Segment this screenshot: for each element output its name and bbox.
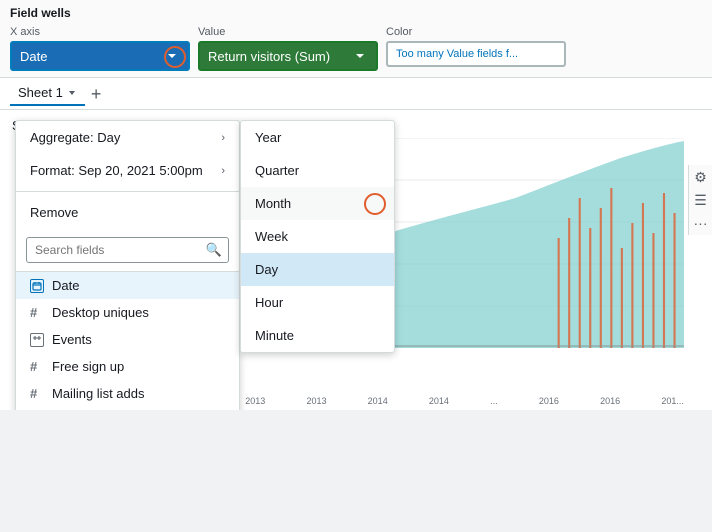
- x-label-4: 2013: [245, 396, 265, 406]
- format-item[interactable]: Format: Sep 20, 2021 5:00pm ›: [16, 154, 239, 187]
- field-wells-bar: Field wells X axis Date Value Return vis…: [0, 0, 712, 78]
- field-dropdown-menu: Aggregate: Day › Format: Sep 20, 2021 5:…: [15, 120, 240, 410]
- color-text: Too many Value fields f...: [396, 48, 518, 60]
- x-label-6: 2014: [368, 396, 388, 406]
- field-item-mailing-adds[interactable]: # Mailing list adds: [16, 380, 239, 407]
- sub-item-quarter[interactable]: Quarter: [241, 154, 394, 187]
- search-section: 🔍: [16, 229, 239, 272]
- x-label-10: 2016: [600, 396, 620, 406]
- hash-icon-desktop: #: [30, 306, 44, 320]
- field-item-desktop-uniques[interactable]: # Desktop uniques: [16, 299, 239, 326]
- settings-icon[interactable]: ⚙: [693, 169, 708, 186]
- search-icon: 🔍: [206, 242, 222, 258]
- search-input[interactable]: [26, 237, 229, 263]
- sub-item-month[interactable]: Month: [241, 187, 394, 220]
- sub-item-day[interactable]: Day: [241, 253, 394, 286]
- field-item-events[interactable]: Events: [16, 326, 239, 353]
- aggregate-label: Aggregate: Day: [30, 130, 120, 145]
- main-chart-area: Sum of Return Visitors and Su... 100K 80…: [0, 110, 712, 410]
- sub-item-week[interactable]: Week: [241, 220, 394, 253]
- field-list: Date # Desktop uniques Events # Free sig…: [16, 272, 239, 410]
- x-axis-value-button[interactable]: Date: [10, 41, 190, 71]
- value-chevron-icon: [352, 48, 368, 64]
- more-icon[interactable]: ···: [693, 215, 708, 231]
- field-name-date: Date: [52, 278, 79, 293]
- x-label-9: 2016: [539, 396, 559, 406]
- aggregate-item[interactable]: Aggregate: Day ›: [16, 121, 239, 154]
- x-axis-label: X axis: [10, 26, 190, 38]
- value-button[interactable]: Return visitors (Sum): [198, 41, 378, 71]
- color-label: Color: [386, 26, 566, 38]
- field-wells-row: X axis Date Value Return visitors (Sum): [10, 26, 702, 71]
- aggregate-arrow-icon: ›: [221, 132, 225, 144]
- x-label-11: 201...: [661, 396, 684, 406]
- value-label: Value: [198, 26, 378, 38]
- field-name-desktop-uniques: Desktop uniques: [52, 305, 149, 320]
- sheet-tab-1[interactable]: Sheet 1: [10, 81, 85, 106]
- field-wells-label: Field wells: [10, 6, 702, 20]
- format-arrow-icon: ›: [221, 165, 225, 177]
- color-button[interactable]: Too many Value fields f...: [386, 41, 566, 67]
- value-field-well: Value Return visitors (Sum): [198, 26, 378, 71]
- sub-item-year[interactable]: Year: [241, 121, 394, 154]
- x-label-5: 2013: [306, 396, 326, 406]
- x-label-7: 2014: [429, 396, 449, 406]
- x-axis-value-text: Date: [20, 49, 47, 64]
- field-name-mailing-adds: Mailing list adds: [52, 386, 145, 401]
- month-circle-indicator: [364, 193, 386, 215]
- remove-item[interactable]: Remove: [16, 196, 239, 229]
- aggregate-sub-dropdown: Year Quarter Month Week Day Hour Minute: [240, 120, 395, 353]
- calendar-icon: [30, 279, 44, 293]
- search-wrap: 🔍: [26, 237, 229, 263]
- field-name-free-signup: Free sign up: [52, 359, 124, 374]
- color-field-well: Color Too many Value fields f...: [386, 26, 566, 67]
- field-item-free-signup[interactable]: # Free sign up: [16, 353, 239, 380]
- x-axis-chevron-icon: [164, 48, 180, 64]
- event-icon: [30, 333, 44, 347]
- field-item-date[interactable]: Date: [16, 272, 239, 299]
- sub-item-hour[interactable]: Hour: [241, 286, 394, 319]
- format-label: Format: Sep 20, 2021 5:00pm: [30, 163, 203, 178]
- hash-icon-mailing-adds: #: [30, 387, 44, 401]
- remove-label: Remove: [30, 205, 78, 220]
- sheet-tab-label: Sheet 1: [18, 85, 63, 100]
- sheet-tabs: Sheet 1 +: [0, 78, 712, 110]
- x-label-8: ...: [490, 396, 498, 406]
- value-text: Return visitors (Sum): [208, 49, 330, 64]
- sheet-tab-chevron-icon: [67, 88, 77, 98]
- x-axis-field-well: X axis Date: [10, 26, 190, 71]
- dropdown-divider: [16, 191, 239, 192]
- hash-icon-free-signup: #: [30, 360, 44, 374]
- right-sidebar: ⚙ ☰ ···: [688, 165, 712, 235]
- sub-item-minute[interactable]: Minute: [241, 319, 394, 352]
- field-item-mailing-cumulative[interactable]: # Mailing list cumulative: [16, 407, 239, 410]
- field-name-events: Events: [52, 332, 92, 347]
- add-sheet-button[interactable]: +: [85, 85, 108, 103]
- filter-icon[interactable]: ☰: [693, 192, 708, 209]
